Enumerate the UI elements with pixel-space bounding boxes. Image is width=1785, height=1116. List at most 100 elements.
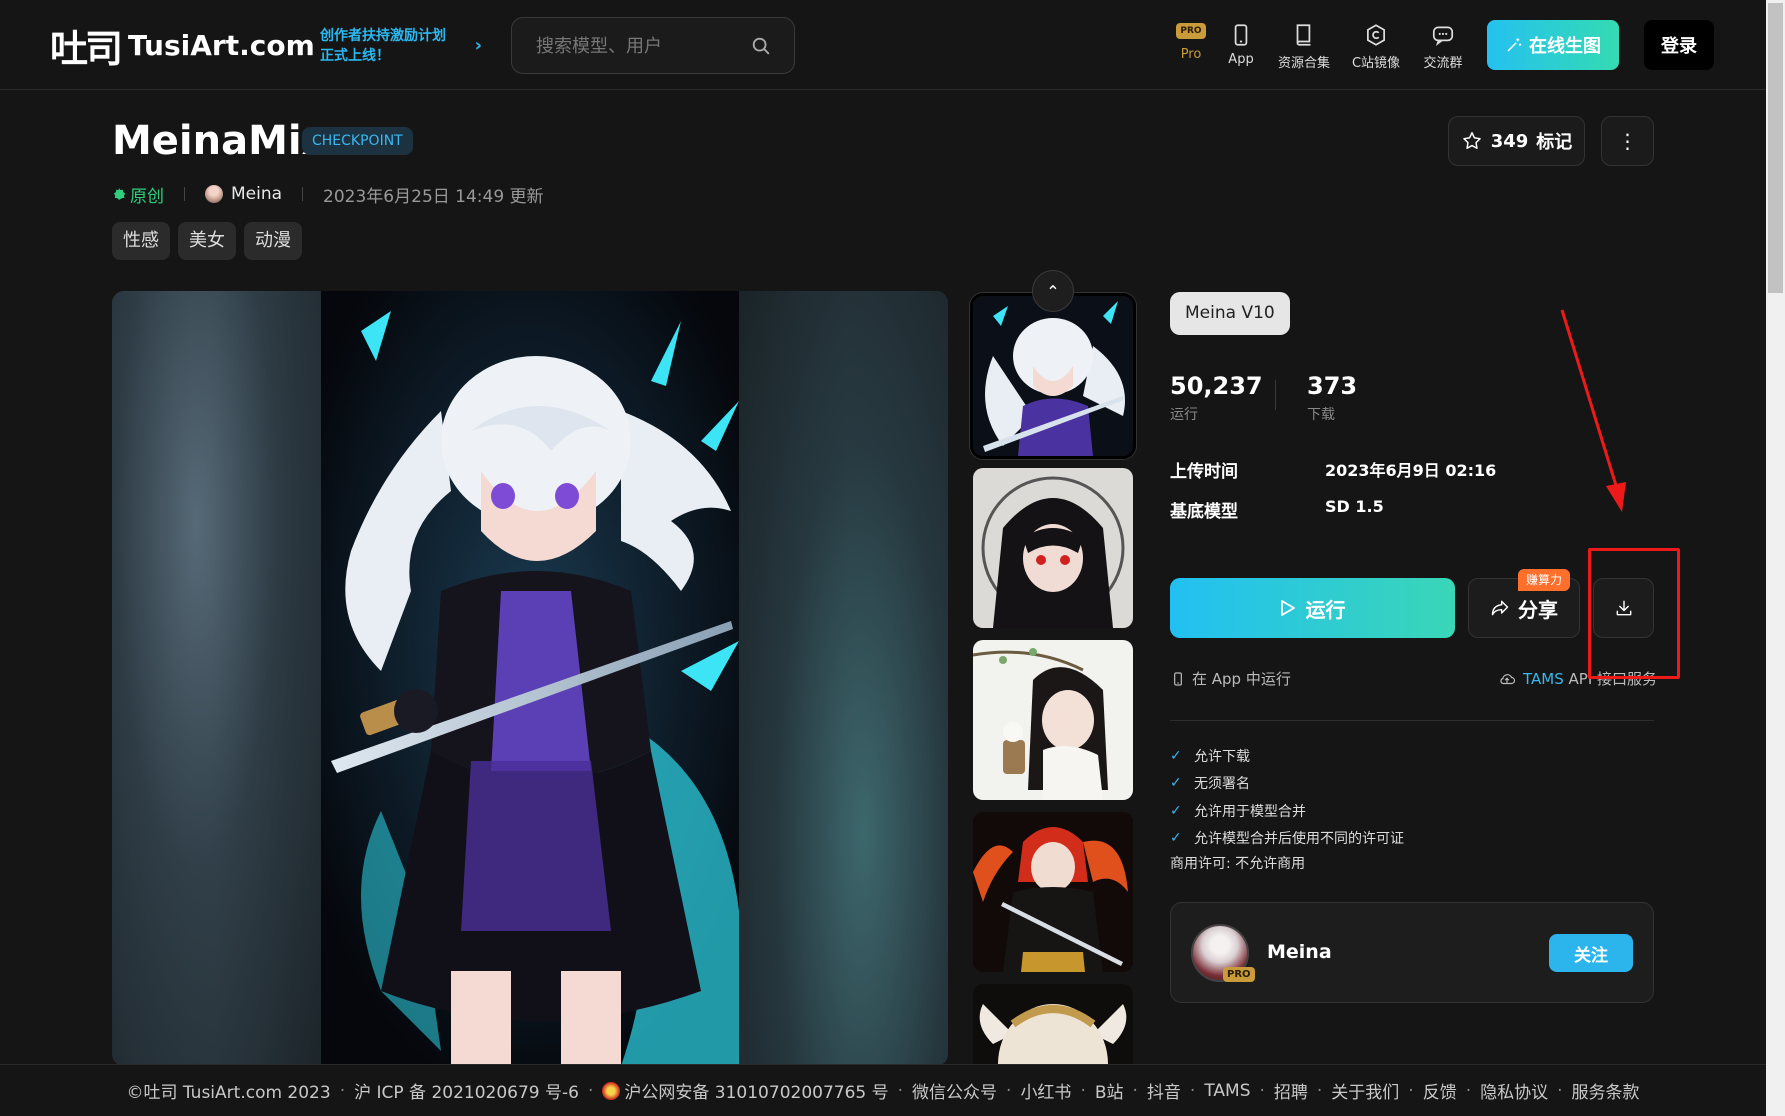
tams-api-link[interactable]: TAMS API 接口服务 — [1497, 668, 1657, 689]
thumbnail-item[interactable] — [973, 468, 1133, 628]
promo-line-2: 正式上线！ — [320, 48, 390, 64]
annotation-arrow-icon — [1560, 309, 1626, 512]
online-generate-label: 在线生图 — [1529, 36, 1601, 57]
footer-tams-link[interactable]: TAMS — [1204, 1081, 1250, 1101]
login-button[interactable]: 登录 — [1644, 20, 1714, 70]
base-model-label: 基底模型 — [1170, 502, 1238, 522]
tams-highlight: TAMS — [1523, 670, 1564, 688]
main-preview-image[interactable] — [112, 291, 948, 1066]
upload-time-value: 2023年6月9日 02:16 — [1325, 461, 1497, 480]
more-vertical-icon: ⋮ — [1617, 129, 1638, 153]
model-title: MeinaMix — [112, 118, 328, 164]
chevron-up-icon: ⌃ — [1046, 281, 1060, 301]
thumbnail-artwork — [973, 984, 1133, 1066]
blurred-background-right — [738, 291, 948, 1066]
permission-item: ✓ 允许模型合并后使用不同的许可证 — [1170, 825, 1404, 853]
chat-icon — [1432, 26, 1454, 47]
original-badge: 原创 — [112, 182, 164, 207]
run-button[interactable]: 运行 — [1170, 578, 1455, 638]
logo-english-text: TusiArt.com — [128, 28, 315, 62]
bookmark-button[interactable]: 349 标记 — [1448, 116, 1585, 166]
run-in-app-link[interactable]: 在 App 中运行 — [1170, 668, 1291, 689]
permission-list: ✓ 允许下载 ✓ 无须署名 ✓ 允许用于模型合并 ✓ 允许模型合并后使用不同的许可证 商… — [1170, 742, 1404, 876]
promo-line-1: 创作者扶持激励计划 — [320, 28, 446, 44]
search-input[interactable] — [536, 34, 736, 58]
earn-compute-badge: 赚算力 — [1518, 569, 1571, 591]
tag-item[interactable]: 美女 — [178, 222, 236, 260]
tag-item[interactable]: 动漫 — [244, 222, 302, 260]
play-icon — [1280, 600, 1295, 616]
footer-bar: ©吐司 TusiArt.com 2023 · 沪 ICP 备 2021020679… — [0, 1064, 1766, 1116]
upload-time-row: 上传时间 2023年6月9日 02:16 — [1170, 457, 1496, 482]
thumbnail-scroll-up-button[interactable]: ⌃ — [1032, 270, 1074, 312]
footer-police-record-link[interactable]: 沪公网安备 31010702007765 号 — [602, 1078, 889, 1103]
downloads-stat: 373 下载 — [1307, 372, 1357, 424]
permission-text: 允许用于模型合并 — [1194, 803, 1306, 820]
cloud-icon — [1500, 673, 1516, 684]
scrollbar-thumb[interactable] — [1768, 3, 1783, 293]
footer-bilibili-link[interactable]: B站 — [1095, 1078, 1124, 1103]
footer-wechat-link[interactable]: 微信公众号 — [912, 1078, 997, 1103]
footer-jobs-link[interactable]: 招聘 — [1274, 1078, 1308, 1103]
search-icon[interactable] — [750, 35, 772, 57]
phone-icon — [1174, 671, 1182, 686]
online-generate-button[interactable]: 在线生图 — [1487, 20, 1619, 70]
footer-terms-link[interactable]: 服务条款 — [1572, 1078, 1640, 1103]
bookmark-count: 349 — [1490, 130, 1529, 152]
badge-star-icon — [113, 188, 126, 200]
footer-feedback-link[interactable]: 反馈 — [1423, 1078, 1457, 1103]
footer-about-link[interactable]: 关于我们 — [1331, 1078, 1399, 1103]
author-card: PRO Meina 关注 — [1170, 902, 1654, 1003]
logo-chinese-text: 吐司 — [50, 26, 123, 71]
thumbnail-item[interactable] — [970, 293, 1136, 459]
nav-community[interactable]: 交流群 — [1410, 22, 1476, 71]
permission-item: ✓ 允许用于模型合并 — [1170, 797, 1404, 825]
thumbnail-item[interactable] — [973, 984, 1133, 1066]
api-service-label: API 接口服务 — [1568, 670, 1658, 688]
nav-resources[interactable]: 资源合集 — [1271, 22, 1337, 71]
meta-separator — [184, 187, 185, 201]
permission-text: 无须署名 — [1194, 776, 1250, 793]
anime-girl-artwork — [321, 291, 739, 1066]
book-icon — [1296, 24, 1311, 46]
model-meta-row: 原创 Meina 2023年6月25日 14:49 更新 — [112, 182, 544, 207]
magic-wand-icon — [1507, 38, 1522, 52]
phone-icon — [1234, 24, 1248, 46]
footer-icp-link[interactable]: 沪 ICP 备 2021020679 号-6 — [354, 1078, 579, 1103]
download-icon — [1616, 600, 1631, 616]
base-model-row: 基底模型 SD 1.5 — [1170, 497, 1384, 522]
runs-count: 50,237 — [1170, 372, 1263, 400]
search-box — [511, 17, 795, 74]
nav-civitai-mirror[interactable]: C站镜像 — [1343, 22, 1409, 71]
version-selector[interactable]: Meina V10 — [1170, 292, 1290, 335]
original-label: 原创 — [130, 186, 164, 207]
nav-resources-label: 资源合集 — [1277, 56, 1330, 71]
author-name: Meina — [231, 184, 283, 204]
thumbnail-artwork — [973, 812, 1133, 972]
more-options-button[interactable]: ⋮ — [1601, 116, 1654, 166]
share-icon — [1491, 600, 1509, 616]
tag-item[interactable]: 性感 — [112, 222, 170, 260]
footer-copyright: ©吐司 TusiArt.com 2023 — [126, 1083, 331, 1103]
author-link[interactable]: Meina — [205, 184, 282, 204]
thumbnail-item[interactable] — [973, 640, 1133, 800]
footer-privacy-link[interactable]: 隐私协议 — [1480, 1078, 1548, 1103]
hexagon-icon — [1367, 24, 1385, 46]
download-button[interactable] — [1593, 578, 1654, 638]
footer-xiaohongshu-link[interactable]: 小红书 — [1020, 1078, 1071, 1103]
meta-separator — [302, 187, 304, 201]
upload-time-label: 上传时间 — [1170, 462, 1238, 482]
thumbnail-item[interactable] — [973, 812, 1133, 972]
runs-label: 运行 — [1170, 407, 1198, 423]
updated-timestamp: 2023年6月25日 14:49 更新 — [323, 186, 544, 207]
creator-incentive-promo-link[interactable]: 创作者扶持激励计划 正式上线！ › — [320, 26, 482, 66]
site-logo[interactable]: 吐司 TusiArt.com — [50, 20, 315, 71]
footer-douyin-link[interactable]: 抖音 — [1147, 1078, 1181, 1103]
author-card-name[interactable]: Meina — [1267, 941, 1332, 963]
commercial-license-text: 商用许可: 不允许商用 — [1170, 856, 1306, 872]
nav-app-label: App — [1228, 52, 1254, 67]
thumbnail-strip — [968, 291, 1138, 1066]
nav-app[interactable]: App — [1208, 22, 1274, 67]
follow-button[interactable]: 关注 — [1549, 934, 1633, 972]
artwork-illustration — [321, 291, 739, 1066]
